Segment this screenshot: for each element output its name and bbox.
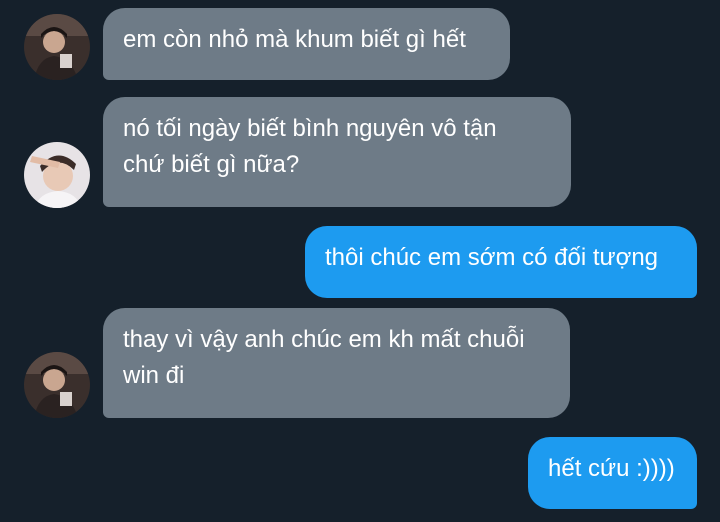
message-text: thôi chúc em sớm có đối tượng: [325, 244, 659, 271]
message-text: win đi: [123, 362, 185, 389]
outgoing-message-bubble[interactable]: hết cứu :)))): [528, 437, 697, 509]
message-text: nó tối ngày biết bình nguyên vô tận: [123, 115, 497, 142]
incoming-message-bubble[interactable]: nó tối ngày biết bình nguyên vô tận chứ …: [103, 97, 571, 207]
message-text: em còn nhỏ mà khum biết gì hết: [123, 26, 466, 53]
incoming-message-bubble[interactable]: thay vì vậy anh chúc em kh mất chuỗi win…: [103, 308, 570, 418]
outgoing-message-bubble[interactable]: thôi chúc em sớm có đối tượng: [305, 226, 697, 298]
incoming-message-bubble[interactable]: em còn nhỏ mà khum biết gì hết: [103, 8, 510, 80]
message-text: hết cứu :)))): [548, 455, 675, 482]
avatar-dark-portrait-icon[interactable]: [24, 14, 90, 80]
avatar-saluting-person-icon[interactable]: [24, 142, 90, 208]
message-text: chứ biết gì nữa?: [123, 151, 300, 178]
message-text: thay vì vậy anh chúc em kh mất chuỗi: [123, 326, 525, 353]
avatar-dark-portrait-icon[interactable]: [24, 352, 90, 418]
